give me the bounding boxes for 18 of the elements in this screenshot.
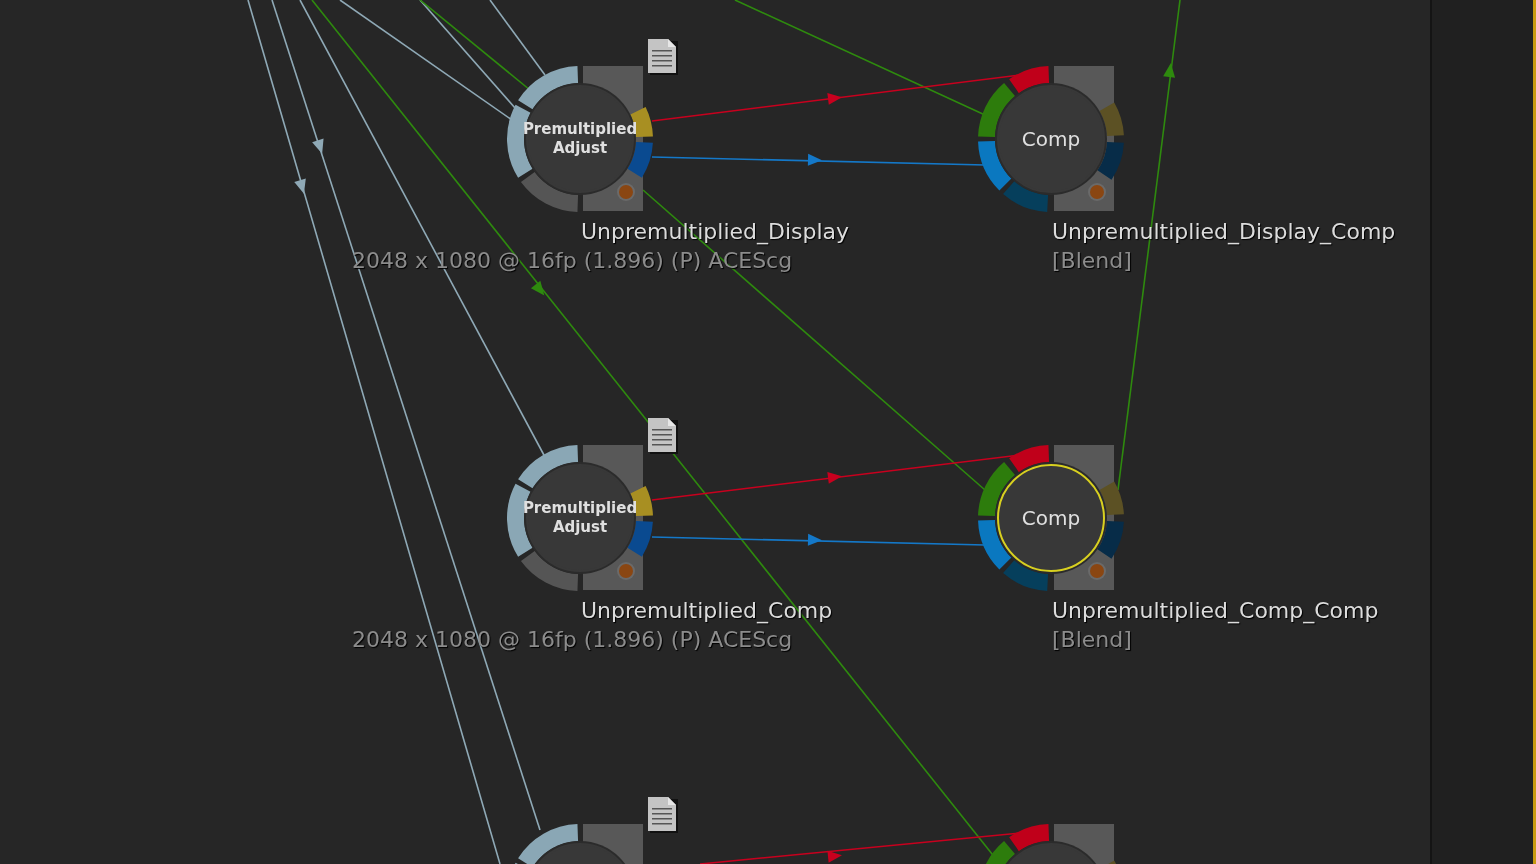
node-drawing[interactable] bbox=[976, 64, 1126, 214]
node-drawing[interactable] bbox=[505, 443, 655, 593]
node-name: Unpremultiplied_Display bbox=[581, 218, 850, 247]
document-icon[interactable] bbox=[647, 417, 679, 455]
node-label: Comp bbox=[1021, 505, 1081, 532]
document-icon[interactable] bbox=[647, 796, 679, 834]
document-icon[interactable] bbox=[647, 38, 679, 76]
node-drawing[interactable] bbox=[505, 64, 655, 214]
node-label: Premultiplied Adjust bbox=[522, 120, 638, 158]
node-label: Premultiplied Adjust bbox=[522, 499, 638, 537]
node-info: [Blend] bbox=[1052, 247, 1132, 275]
node-name: Unpremultiplied_Display_Comp bbox=[1052, 218, 1396, 247]
node-drawing[interactable] bbox=[976, 443, 1126, 593]
node-name: Unpremultiplied_Comp_Comp bbox=[1052, 597, 1379, 626]
node-graph-canvas[interactable] bbox=[0, 0, 1432, 864]
node-name: Unpremultiplied_Comp bbox=[581, 597, 833, 626]
node-info: [Blend] bbox=[1052, 626, 1132, 654]
node-label: Comp bbox=[1021, 126, 1081, 153]
